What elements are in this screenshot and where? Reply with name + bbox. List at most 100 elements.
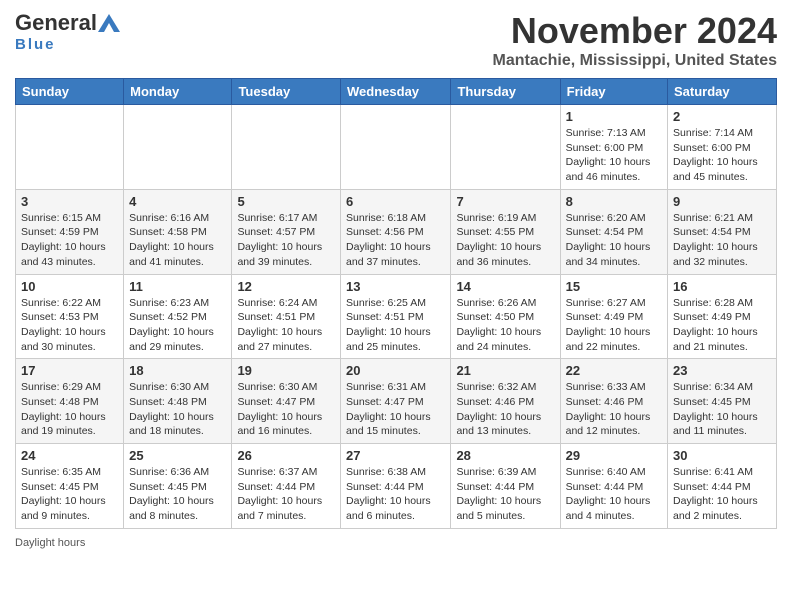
calendar-cell: 20 Sunrise: 6:31 AMSunset: 4:47 PMDayligh… — [341, 359, 451, 444]
calendar-cell: 18 Sunrise: 6:30 AMSunset: 4:48 PMDayligh… — [124, 359, 232, 444]
weekday-thursday: Thursday — [451, 79, 560, 105]
day-number: 9 — [673, 194, 771, 209]
day-number: 20 — [346, 363, 445, 378]
calendar-cell: 21 Sunrise: 6:32 AMSunset: 4:46 PMDayligh… — [451, 359, 560, 444]
calendar-cell: 29Sunrise: 6:40 AMSunset: 4:44 PMDayligh… — [560, 444, 667, 529]
logo-icon — [98, 14, 120, 32]
weekday-wednesday: Wednesday — [341, 79, 451, 105]
calendar-cell: 27 Sunrise: 6:38 AMSunset: 4:44 PMDayligh… — [341, 444, 451, 529]
calendar-cell: 28 Sunrise: 6:39 AMSunset: 4:44 PMDayligh… — [451, 444, 560, 529]
day-info: Sunrise: 6:30 AMSunset: 4:47 PMDaylight:… — [237, 380, 335, 439]
day-info: Sunrise: 6:38 AMSunset: 4:44 PMDaylight:… — [346, 465, 445, 524]
day-info: Sunrise: 6:16 AMSunset: 4:58 PMDaylight:… — [129, 211, 226, 270]
calendar-cell: 7 Sunrise: 6:19 AMSunset: 4:55 PMDaylight… — [451, 189, 560, 274]
day-number: 13 — [346, 279, 445, 294]
day-info: Sunrise: 6:15 AMSunset: 4:59 PMDaylight:… — [21, 211, 118, 270]
day-info: Sunrise: 6:19 AMSunset: 4:55 PMDaylight:… — [456, 211, 554, 270]
day-info: Sunrise: 6:39 AMSunset: 4:44 PMDaylight:… — [456, 465, 554, 524]
weekday-tuesday: Tuesday — [232, 79, 341, 105]
calendar-cell: 2 Sunrise: 7:14 AMSunset: 6:00 PMDaylight… — [668, 105, 777, 190]
daylight-hours-label: Daylight hours — [15, 537, 85, 549]
footer: Daylight hours — [15, 537, 777, 549]
day-number: 10 — [21, 279, 118, 294]
calendar-cell: 9Sunrise: 6:21 AMSunset: 4:54 PMDaylight… — [668, 189, 777, 274]
day-info: Sunrise: 6:29 AMSunset: 4:48 PMDaylight:… — [21, 380, 118, 439]
day-number: 8 — [566, 194, 662, 209]
calendar-cell: 10Sunrise: 6:22 AMSunset: 4:53 PMDayligh… — [16, 274, 124, 359]
logo: General Blue — [15, 10, 121, 53]
calendar-cell: 30Sunrise: 6:41 AMSunset: 4:44 PMDayligh… — [668, 444, 777, 529]
day-info: Sunrise: 6:27 AMSunset: 4:49 PMDaylight:… — [566, 296, 662, 355]
calendar-cell: 24 Sunrise: 6:35 AMSunset: 4:45 PMDayligh… — [16, 444, 124, 529]
day-info: Sunrise: 6:35 AMSunset: 4:45 PMDaylight:… — [21, 465, 118, 524]
day-info: Sunrise: 6:36 AMSunset: 4:45 PMDaylight:… — [129, 465, 226, 524]
day-info: Sunrise: 6:17 AMSunset: 4:57 PMDaylight:… — [237, 211, 335, 270]
title-area: November 2024 Mantachie, Mississippi, Un… — [492, 10, 777, 70]
day-number: 5 — [237, 194, 335, 209]
calendar-table: SundayMondayTuesdayWednesdayThursdayFrid… — [15, 78, 777, 529]
calendar-cell — [232, 105, 341, 190]
month-title: November 2024 — [492, 10, 777, 52]
day-number: 26 — [237, 448, 335, 463]
day-info: Sunrise: 7:14 AMSunset: 6:00 PMDaylight:… — [673, 126, 771, 185]
calendar-cell — [16, 105, 124, 190]
day-info: Sunrise: 6:41 AMSunset: 4:44 PMDaylight:… — [673, 465, 771, 524]
calendar-cell: 17 Sunrise: 6:29 AMSunset: 4:48 PMDayligh… — [16, 359, 124, 444]
day-info: Sunrise: 6:28 AMSunset: 4:49 PMDaylight:… — [673, 296, 771, 355]
calendar-cell: 6 Sunrise: 6:18 AMSunset: 4:56 PMDaylight… — [341, 189, 451, 274]
day-number: 15 — [566, 279, 662, 294]
day-number: 3 — [21, 194, 118, 209]
day-number: 2 — [673, 109, 771, 124]
calendar-cell: 23 Sunrise: 6:34 AMSunset: 4:45 PMDayligh… — [668, 359, 777, 444]
day-number: 19 — [237, 363, 335, 378]
day-info: Sunrise: 6:37 AMSunset: 4:44 PMDaylight:… — [237, 465, 335, 524]
day-info: Sunrise: 6:34 AMSunset: 4:45 PMDaylight:… — [673, 380, 771, 439]
calendar-cell: 3 Sunrise: 6:15 AMSunset: 4:59 PMDaylight… — [16, 189, 124, 274]
day-info: Sunrise: 6:23 AMSunset: 4:52 PMDaylight:… — [129, 296, 226, 355]
day-number: 11 — [129, 279, 226, 294]
week-row-4: 17 Sunrise: 6:29 AMSunset: 4:48 PMDayligh… — [16, 359, 777, 444]
day-number: 14 — [456, 279, 554, 294]
day-number: 27 — [346, 448, 445, 463]
day-number: 17 — [21, 363, 118, 378]
day-info: Sunrise: 6:18 AMSunset: 4:56 PMDaylight:… — [346, 211, 445, 270]
week-row-3: 10Sunrise: 6:22 AMSunset: 4:53 PMDayligh… — [16, 274, 777, 359]
calendar-cell: 13Sunrise: 6:25 AMSunset: 4:51 PMDayligh… — [341, 274, 451, 359]
calendar-cell — [451, 105, 560, 190]
day-info: Sunrise: 6:33 AMSunset: 4:46 PMDaylight:… — [566, 380, 662, 439]
calendar-cell: 11 Sunrise: 6:23 AMSunset: 4:52 PMDayligh… — [124, 274, 232, 359]
calendar-cell: 16Sunrise: 6:28 AMSunset: 4:49 PMDayligh… — [668, 274, 777, 359]
day-number: 6 — [346, 194, 445, 209]
day-info: Sunrise: 6:20 AMSunset: 4:54 PMDaylight:… — [566, 211, 662, 270]
calendar-cell — [124, 105, 232, 190]
calendar-cell: 22 Sunrise: 6:33 AMSunset: 4:46 PMDayligh… — [560, 359, 667, 444]
calendar-cell: 15 Sunrise: 6:27 AMSunset: 4:49 PMDayligh… — [560, 274, 667, 359]
day-info: Sunrise: 6:32 AMSunset: 4:46 PMDaylight:… — [456, 380, 554, 439]
day-info: Sunrise: 6:31 AMSunset: 4:47 PMDaylight:… — [346, 380, 445, 439]
day-number: 28 — [456, 448, 554, 463]
calendar-cell: 25 Sunrise: 6:36 AMSunset: 4:45 PMDayligh… — [124, 444, 232, 529]
calendar-cell: 12Sunrise: 6:24 AMSunset: 4:51 PMDayligh… — [232, 274, 341, 359]
day-number: 12 — [237, 279, 335, 294]
day-number: 25 — [129, 448, 226, 463]
calendar-cell: 5 Sunrise: 6:17 AMSunset: 4:57 PMDaylight… — [232, 189, 341, 274]
week-row-2: 3 Sunrise: 6:15 AMSunset: 4:59 PMDaylight… — [16, 189, 777, 274]
calendar-cell: 1 Sunrise: 7:13 AMSunset: 6:00 PMDaylight… — [560, 105, 667, 190]
location-title: Mantachie, Mississippi, United States — [492, 52, 777, 70]
day-number: 24 — [21, 448, 118, 463]
day-number: 18 — [129, 363, 226, 378]
calendar-cell: 19 Sunrise: 6:30 AMSunset: 4:47 PMDayligh… — [232, 359, 341, 444]
weekday-header-row: SundayMondayTuesdayWednesdayThursdayFrid… — [16, 79, 777, 105]
day-info: Sunrise: 7:13 AMSunset: 6:00 PMDaylight:… — [566, 126, 662, 185]
weekday-friday: Friday — [560, 79, 667, 105]
day-info: Sunrise: 6:30 AMSunset: 4:48 PMDaylight:… — [129, 380, 226, 439]
day-number: 23 — [673, 363, 771, 378]
logo-blue: Blue — [15, 36, 56, 53]
day-number: 22 — [566, 363, 662, 378]
day-number: 7 — [456, 194, 554, 209]
logo-general: General — [15, 10, 97, 36]
day-number: 21 — [456, 363, 554, 378]
day-number: 1 — [566, 109, 662, 124]
day-number: 29 — [566, 448, 662, 463]
week-row-1: 1 Sunrise: 7:13 AMSunset: 6:00 PMDaylight… — [16, 105, 777, 190]
